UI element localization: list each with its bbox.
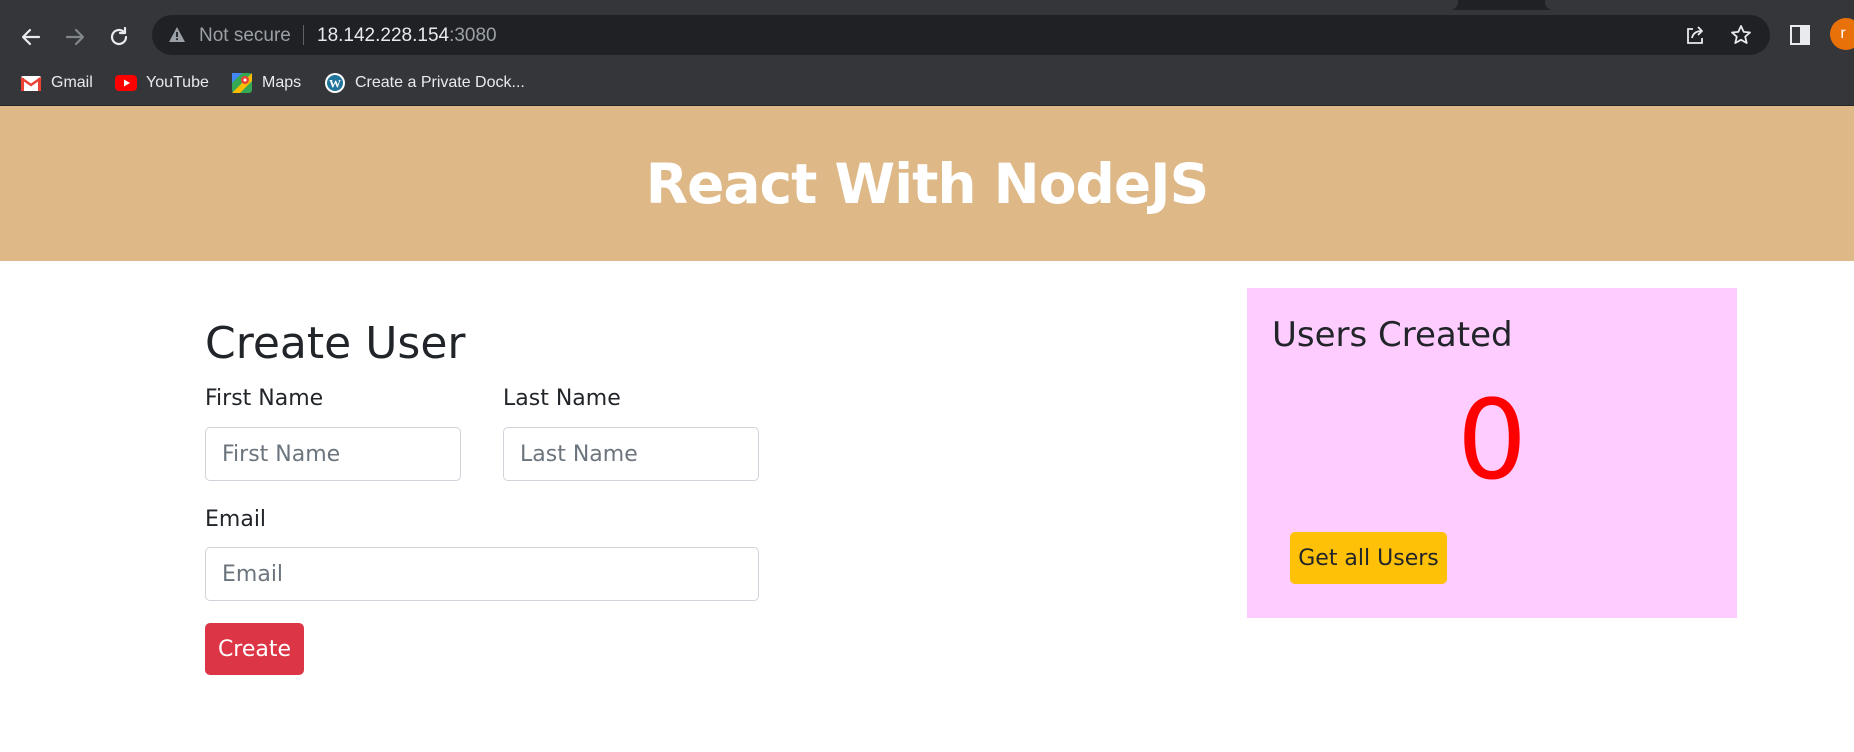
page-header: React With NodeJS [0, 106, 1854, 261]
arrow-left-icon [21, 28, 41, 46]
maps-icon [231, 72, 253, 94]
address-bar[interactable]: Not secure 18.142.228.154:3080 [152, 15, 1770, 55]
first-name-label: First Name [205, 386, 324, 411]
bookmark-gmail[interactable]: Gmail [20, 69, 93, 97]
youtube-icon [115, 72, 137, 94]
email-input[interactable] [205, 547, 759, 601]
wordpress-icon: W [324, 72, 346, 94]
security-label[interactable]: Not secure [199, 25, 291, 47]
reload-icon [110, 26, 128, 46]
users-created-panel: Users Created 0 Get all Users [1247, 288, 1737, 618]
email-label: Email [205, 507, 267, 532]
bookmark-label: Create a Private Dock... [355, 74, 525, 91]
bookmarks-bar: Gmail YouTube Maps W Create a Private Do… [0, 60, 1854, 106]
browser-toolbar: Not secure 18.142.228.154:3080 r [0, 10, 1854, 60]
users-created-title: Users Created [1272, 315, 1513, 355]
bookmark-youtube[interactable]: YouTube [115, 69, 209, 97]
inactive-tab[interactable] [1545, 0, 1854, 10]
bookmark-label: Gmail [51, 74, 93, 91]
url-host: 18.142.228.154 [317, 25, 450, 46]
last-name-label: Last Name [503, 386, 621, 411]
page-title: React With NodeJS [645, 151, 1209, 216]
side-panel-icon[interactable] [1789, 24, 1811, 46]
bookmark-label: YouTube [146, 74, 209, 91]
warning-icon[interactable] [168, 26, 186, 43]
url-port: :3080 [449, 25, 497, 46]
tab-strip [0, 0, 1854, 10]
bookmark-label: Maps [262, 74, 302, 91]
back-button[interactable] [16, 22, 46, 52]
bookmark-wordpress[interactable]: W Create a Private Dock... [324, 69, 525, 97]
divider [303, 25, 304, 45]
profile-avatar[interactable]: r [1830, 18, 1854, 50]
users-count: 0 [1457, 376, 1527, 504]
bookmark-maps[interactable]: Maps [231, 69, 301, 97]
star-icon[interactable] [1730, 24, 1752, 46]
share-icon[interactable] [1684, 24, 1706, 46]
gmail-icon [20, 72, 42, 94]
svg-text:W: W [329, 77, 341, 91]
active-tab[interactable] [0, 0, 1458, 10]
first-name-input[interactable] [205, 427, 461, 481]
last-name-input[interactable] [503, 427, 759, 481]
arrow-right-icon [65, 28, 85, 46]
url-text[interactable]: 18.142.228.154:3080 [317, 25, 497, 47]
form-title: Create User [205, 318, 466, 369]
get-all-users-button[interactable]: Get all Users [1290, 532, 1447, 584]
forward-button[interactable] [60, 22, 90, 52]
reload-button[interactable] [104, 22, 134, 52]
create-button[interactable]: Create [205, 623, 304, 675]
